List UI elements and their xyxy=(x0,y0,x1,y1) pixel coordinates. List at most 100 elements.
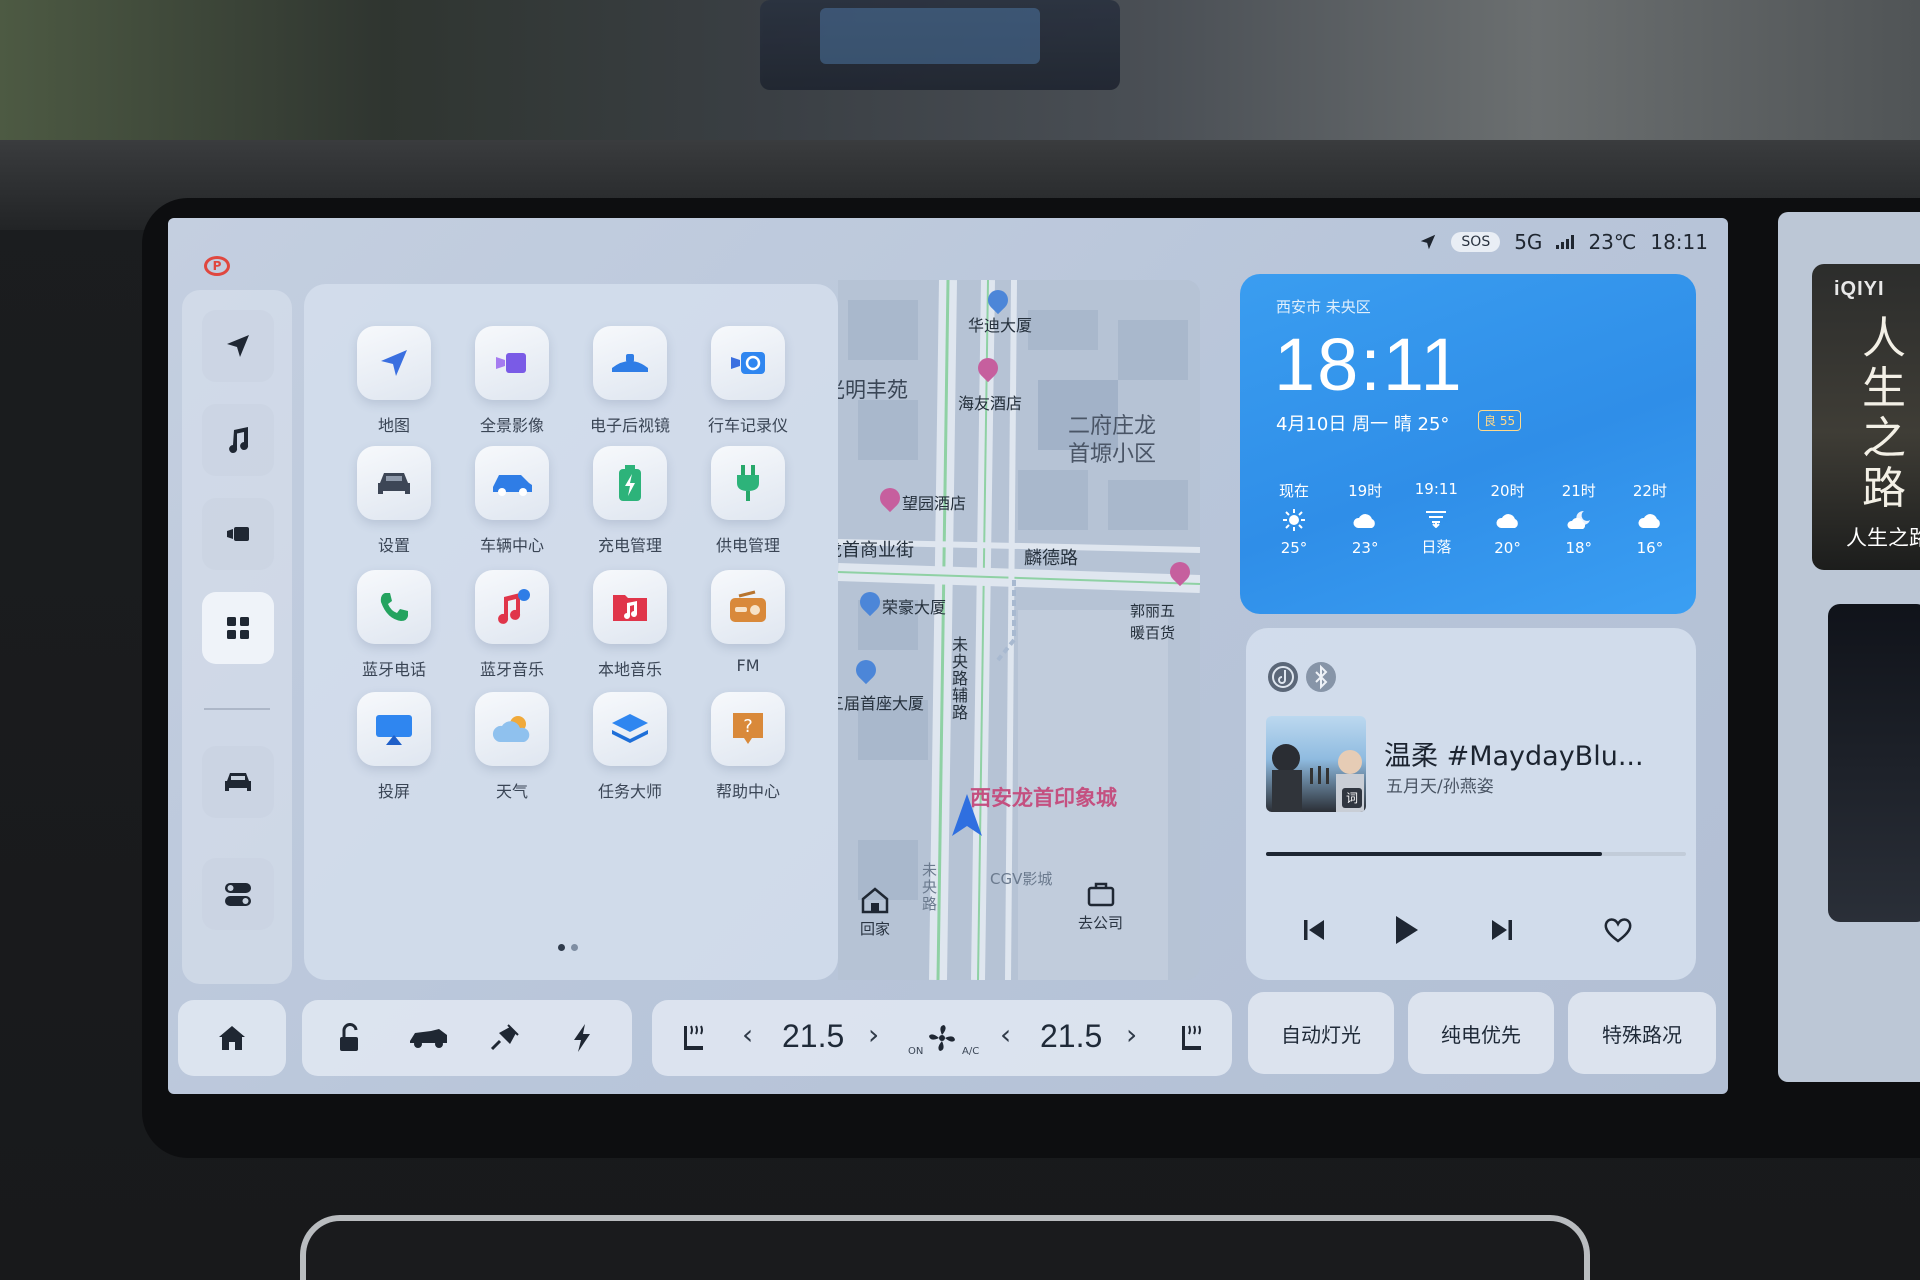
charge-port-button[interactable] xyxy=(486,1020,522,1056)
dock-apps-button[interactable] xyxy=(202,592,274,664)
app-vehicle-center[interactable]: 车辆中心 xyxy=(452,446,572,556)
ac-label[interactable]: A/C xyxy=(962,1046,979,1057)
playback-progress-fill xyxy=(1266,852,1602,856)
dock-camera-button[interactable] xyxy=(202,498,274,570)
right-temp-up-button[interactable]: › xyxy=(1126,1018,1137,1051)
aqi-badge: 良 55 xyxy=(1478,410,1522,431)
play-icon xyxy=(1396,916,1418,944)
music-card[interactable]: 词 温柔 #MaydayBlu... 五月天/孙燕姿 xyxy=(1246,628,1696,980)
unlock-button[interactable] xyxy=(332,1020,368,1056)
app-label: 电子后视镜 xyxy=(589,416,670,435)
app-help-center[interactable]: ? 帮助中心 xyxy=(688,692,808,802)
app-rear-mirror[interactable]: 电子后视镜 xyxy=(570,326,690,436)
app-label: 车辆中心 xyxy=(479,536,544,555)
favorite-button[interactable] xyxy=(1598,910,1638,950)
car-trunk-icon xyxy=(410,1029,447,1048)
home-bar xyxy=(178,1000,286,1076)
weather-location: 西安市 未央区 xyxy=(1276,298,1371,316)
help-icon: ? xyxy=(711,692,785,766)
fan-button[interactable] xyxy=(924,1020,960,1056)
energy-button[interactable] xyxy=(564,1020,600,1056)
page-dot xyxy=(571,944,578,951)
music-source-button[interactable] xyxy=(1268,662,1298,692)
video-poster-2[interactable] xyxy=(1828,604,1920,922)
app-task-master[interactable]: 任务大师 xyxy=(570,692,690,802)
app-local-music[interactable]: 本地音乐 xyxy=(570,570,690,680)
song-artist: 五月天/孙燕姿 xyxy=(1386,777,1494,797)
forecast-temp: 23° xyxy=(1351,539,1379,557)
app-fm[interactable]: FM xyxy=(688,570,808,675)
infotainment-screen: P SOS 5G 23℃ 18:11 地图 全景影像 电子后视镜 行车记录仪 设… xyxy=(168,218,1728,1094)
app-map[interactable]: 地图 xyxy=(334,326,454,436)
app-label: 天气 xyxy=(495,782,528,801)
air-vent xyxy=(300,1215,1590,1280)
app-label: FM xyxy=(736,656,760,675)
screen-cast-icon xyxy=(357,692,431,766)
app-weather[interactable]: 天气 xyxy=(452,692,572,802)
right-temperature: 21.5 xyxy=(1040,1018,1103,1054)
app-label: 蓝牙音乐 xyxy=(479,660,544,679)
app-screen-cast[interactable]: 投屏 xyxy=(334,692,454,802)
go-home-button[interactable]: 回家 xyxy=(860,886,890,939)
previous-track-button[interactable] xyxy=(1294,910,1334,950)
home-button[interactable] xyxy=(214,1020,250,1056)
album-cover[interactable]: 词 xyxy=(1266,716,1366,812)
dock-vehicle-button[interactable] xyxy=(202,746,274,818)
weather-card[interactable]: 西安市 未央区 18:11 4月10日 周一 晴 25° 良 55 现在 25°… xyxy=(1240,274,1696,614)
battery-charge-icon xyxy=(593,446,667,520)
map-label-nuanbai: 暖百货 xyxy=(1130,624,1176,642)
go-home-label: 回家 xyxy=(860,920,891,938)
play-button[interactable] xyxy=(1386,910,1426,950)
navigation-arrow-icon xyxy=(357,326,431,400)
poster-caption: 人生之路 xyxy=(1846,526,1920,550)
camera-icon xyxy=(227,527,249,541)
app-bluetooth-phone[interactable]: 蓝牙电话 xyxy=(334,570,454,680)
music-disc-icon xyxy=(1272,666,1294,688)
map-label-huadi: 华迪大厦 xyxy=(968,316,1033,335)
outside-temperature: 23℃ xyxy=(1588,230,1637,254)
video-poster[interactable]: iQIYI 人生之路 人生之路 xyxy=(1812,264,1920,570)
page-indicator[interactable] xyxy=(558,944,578,951)
special-road-button[interactable]: 特殊路况 xyxy=(1568,992,1716,1074)
forecast-hour: 22时 16° xyxy=(1618,480,1682,557)
skip-next-icon xyxy=(1492,920,1512,940)
map-view[interactable]: 华迪大厦 海友酒店 光明丰苑 二府庄龙 首塬小区 望园酒店 龙首商业街 麟德路 … xyxy=(838,280,1200,980)
next-track-button[interactable] xyxy=(1482,910,1522,950)
unlock-icon xyxy=(340,1023,358,1051)
app-label: 投屏 xyxy=(377,782,410,801)
forecast-temp: 日落 xyxy=(1421,538,1452,556)
forecast-hour: 20时 20° xyxy=(1476,480,1540,557)
map-label-ronghao: 荣豪大厦 xyxy=(882,598,947,617)
navigation-status-icon xyxy=(1421,234,1436,250)
left-temp-down-button[interactable]: ‹ xyxy=(742,1018,753,1051)
ev-priority-button[interactable]: 纯电优先 xyxy=(1408,992,1554,1074)
app-label: 充电管理 xyxy=(597,536,662,555)
app-bluetooth-music[interactable]: 蓝牙音乐 xyxy=(452,570,572,680)
bluetooth-source-button[interactable] xyxy=(1306,662,1336,692)
dock-music-button[interactable] xyxy=(202,404,274,476)
svg-text:?: ? xyxy=(743,716,753,737)
go-company-button[interactable]: 去公司 xyxy=(1078,880,1123,933)
lyric-tag[interactable]: 词 xyxy=(1342,788,1362,808)
sos-badge[interactable]: SOS xyxy=(1451,232,1501,252)
app-charging[interactable]: 充电管理 xyxy=(570,446,690,556)
dock-navigation-button[interactable] xyxy=(202,310,274,382)
app-dashcam[interactable]: 行车记录仪 xyxy=(688,326,808,436)
app-grid-icon xyxy=(227,617,249,639)
driver-seat-heat-button[interactable] xyxy=(676,1020,712,1056)
status-bar: P SOS 5G 23℃ 18:11 xyxy=(168,218,1728,276)
app-settings[interactable]: 设置 xyxy=(334,446,454,556)
trunk-button[interactable] xyxy=(406,1020,450,1056)
status-clock: 18:11 xyxy=(1650,230,1708,254)
left-temp-up-button[interactable]: › xyxy=(868,1018,879,1051)
app-power-supply[interactable]: 供电管理 xyxy=(688,446,808,556)
app-panorama[interactable]: 全景影像 xyxy=(452,326,572,436)
passenger-seat-heat-button[interactable] xyxy=(1174,1020,1210,1056)
radio-icon xyxy=(711,570,785,644)
dock-controls-button[interactable] xyxy=(202,858,274,930)
auto-light-button[interactable]: 自动灯光 xyxy=(1248,992,1394,1074)
right-temp-down-button[interactable]: ‹ xyxy=(1000,1018,1011,1051)
playback-progress-bar[interactable] xyxy=(1266,852,1686,856)
app-label: 行车记录仪 xyxy=(707,416,788,435)
vehicle-center-icon xyxy=(475,446,549,520)
